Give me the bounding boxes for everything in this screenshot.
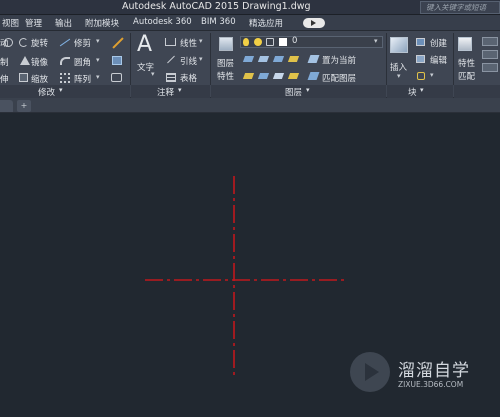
layer-properties-label-2[interactable]: 特性 [217,70,234,82]
layers-panel-expand-icon[interactable]: ▾ [306,86,310,94]
panel-separator [210,33,211,85]
erase-icon[interactable] [112,37,124,49]
offset-icon[interactable] [111,73,122,82]
menu-bim-360[interactable]: BIM 360 [201,17,236,27]
match-properties-label-2[interactable]: 匹配 [458,70,475,82]
menu-manage[interactable]: 管理 [25,17,42,29]
fillet-label[interactable]: 圆角 [74,56,91,68]
set-current-label[interactable]: 置为当前 [322,54,356,66]
trim-icon[interactable] [59,38,71,47]
modify-move-label[interactable]: 动 [0,37,9,49]
leader-dropdown-icon[interactable]: ▾ [199,55,203,63]
properties-linetype-control[interactable] [482,63,498,72]
block-attribute-icon[interactable] [417,72,425,80]
layer-properties-icon[interactable] [219,37,233,51]
text-dropdown-icon[interactable]: ▾ [151,70,155,78]
array-label[interactable]: 阵列 [74,73,91,85]
explode-icon[interactable] [112,56,122,65]
linear-dim-icon[interactable] [165,38,176,46]
menu-autodesk-360[interactable]: Autodesk 360 [133,17,192,27]
modify-copy-label[interactable]: 制 [0,56,9,68]
menu-featured-apps[interactable]: 精选应用 [249,17,283,29]
create-block-label[interactable]: 创建 [430,37,447,49]
properties-lineweight-control[interactable] [482,50,498,59]
layer-thaw-icon[interactable] [272,73,285,79]
leader-icon[interactable] [167,55,175,64]
edit-block-label[interactable]: 编辑 [430,54,447,66]
edit-block-icon[interactable] [416,55,425,63]
scale-label[interactable]: 缩放 [31,73,48,85]
layer-isolate-icon[interactable] [257,56,270,62]
modify-panel-title-bar[interactable] [0,85,130,98]
watermark-url: ZIXUE.3D66.COM [398,380,464,389]
match-layer-icon[interactable] [307,72,320,80]
layer-freeze-icon[interactable] [272,56,285,62]
title-bar: Autodesk AutoCAD 2015 Drawing1.dwg 键入关键字… [0,0,500,15]
linear-dim-label[interactable]: 线性 [180,37,197,49]
layer-dropdown[interactable]: 0 ▾ [240,36,383,48]
table-label[interactable]: 表格 [180,72,197,84]
match-layer-label[interactable]: 匹配图层 [322,72,356,84]
menu-addins[interactable]: 附加模块 [85,17,119,29]
layers-panel-title[interactable]: 图层 [285,86,302,98]
layer-on-icon[interactable] [242,73,255,79]
block-attribute-dropdown-icon[interactable]: ▾ [430,71,434,79]
search-input[interactable]: 键入关键字或短语 [420,1,500,14]
annotation-panel-title[interactable]: 注释 [157,86,174,98]
create-block-icon[interactable] [416,38,425,46]
watermark-logo-icon [350,352,390,392]
set-current-icon[interactable] [307,55,320,63]
scale-icon[interactable] [19,73,28,82]
layer-unisolate-icon[interactable] [257,73,270,79]
properties-color-control[interactable] [482,37,498,46]
menu-output[interactable]: 输出 [55,17,72,29]
insert-block-icon[interactable] [390,37,408,53]
window-title: Autodesk AutoCAD 2015 Drawing1.dwg [122,1,311,12]
array-dropdown-icon[interactable]: ▾ [96,73,100,81]
block-panel-expand-icon[interactable]: ▾ [420,86,424,94]
layer-color-swatch [279,38,287,46]
modify-panel-expand-icon[interactable]: ▾ [59,86,63,94]
menu-bar: 视图 管理 输出 附加模块 Autodesk 360 BIM 360 精选应用 [0,15,500,31]
properties-panel-title-bar[interactable] [454,85,500,98]
layer-lock-icon[interactable] [287,56,300,62]
new-tab-button[interactable]: + [17,100,31,112]
document-tab-strip: + [0,98,500,113]
panel-separator [453,33,454,85]
match-properties-label-1[interactable]: 特性 [458,57,475,69]
match-properties-icon[interactable] [458,37,472,51]
annotation-panel-expand-icon[interactable]: ▾ [178,86,182,94]
current-layer-name: 0 [292,36,298,46]
rotate-icon[interactable] [19,38,28,47]
sun-icon [254,38,262,46]
video-toggle-icon[interactable] [303,18,325,28]
leader-label[interactable]: 引线 [180,55,197,67]
layer-unlock-icon[interactable] [287,73,300,79]
modify-panel-title[interactable]: 修改 [38,86,55,98]
lightbulb-icon [243,38,249,46]
layer-off-icon[interactable] [242,56,255,62]
fillet-icon[interactable] [60,57,70,65]
panel-separator [386,33,387,85]
fillet-dropdown-icon[interactable]: ▾ [96,56,100,64]
text-tool-icon[interactable]: A [137,32,152,57]
document-tab[interactable] [0,100,13,112]
panel-separator [130,33,131,85]
trim-dropdown-icon[interactable]: ▾ [96,37,100,45]
layer-properties-label-1[interactable]: 图层 [217,57,234,69]
trim-label[interactable]: 修剪 [74,37,91,49]
menu-view[interactable]: 视图 [2,17,19,29]
array-icon[interactable] [60,73,70,83]
mirror-icon[interactable] [20,56,30,65]
mirror-label[interactable]: 镜像 [31,56,48,68]
insert-dropdown-icon[interactable]: ▾ [397,72,401,80]
block-panel-title[interactable]: 块 [408,86,417,98]
watermark-title: 溜溜自学 [398,361,470,381]
layer-dropdown-chevron-icon: ▾ [374,37,378,45]
table-icon[interactable] [166,73,176,82]
linear-dropdown-icon[interactable]: ▾ [199,37,203,45]
rotate-label[interactable]: 旋转 [31,37,48,49]
modify-stretch-label[interactable]: 伸 [0,73,9,85]
lock-icon [266,38,274,46]
